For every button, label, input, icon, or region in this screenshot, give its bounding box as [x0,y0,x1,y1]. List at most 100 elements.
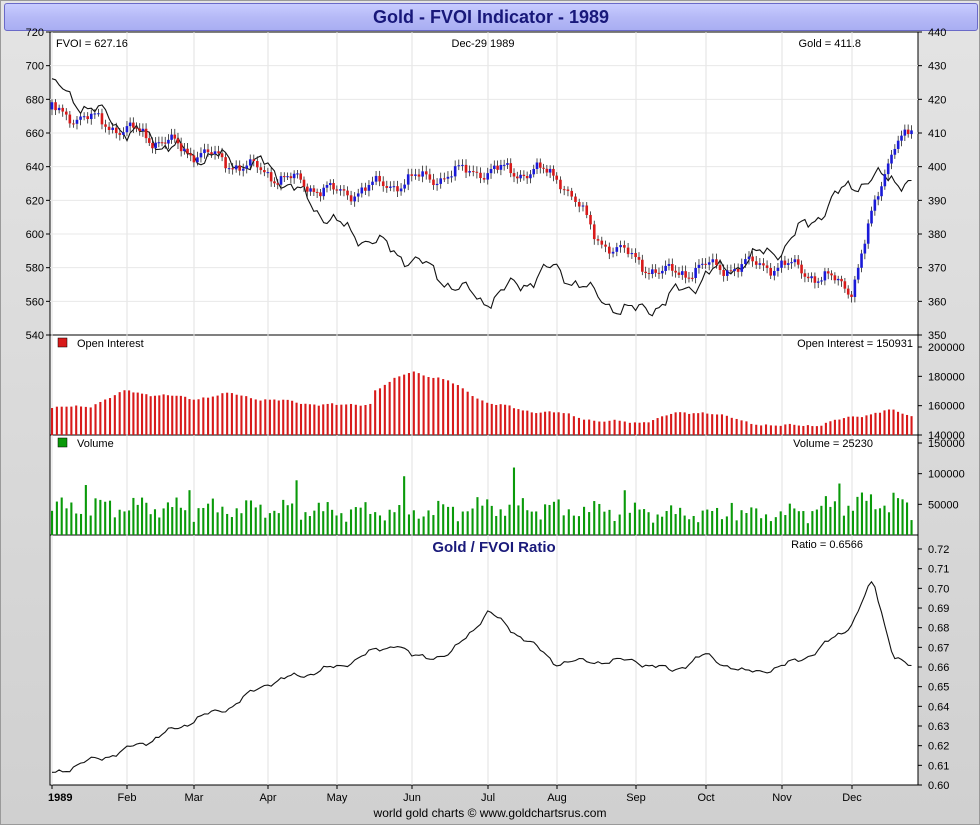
volume-bar [633,502,636,535]
oi-bar [398,376,401,435]
candle-body [736,268,740,272]
candle-body [335,189,339,191]
oi-bar [432,377,435,435]
candle-body [479,172,482,179]
candle-body [292,173,296,179]
oi-bar [711,414,714,435]
candle-body [707,262,711,265]
candle-body [248,159,252,166]
volume-bar [388,509,391,535]
candle-body [651,269,654,274]
volume-bar [613,520,616,535]
volume-bar [447,506,450,535]
candle-body [68,114,72,124]
volume-bar [869,494,873,535]
ratio-tick-label: 0.70 [928,583,949,595]
volume-bar [517,505,520,535]
candle-body [519,174,522,179]
oi-bar [647,422,650,435]
candle-body [61,107,65,112]
candle-body [75,119,79,124]
volume-bar [118,509,121,535]
ratio-tick-label: 0.69 [928,603,949,615]
volume-bar [802,511,805,535]
oi-bar [118,392,121,435]
volume-bar [755,508,758,535]
candle-body [910,130,913,135]
volume-bar [874,509,877,535]
volume-bar [466,511,469,535]
candle-body [114,127,118,134]
volume-bar [51,510,54,535]
oi-bar [179,395,182,435]
candle-body [360,187,364,194]
volume-bar [99,499,102,535]
candle-body [880,186,883,197]
volume-bar [359,507,362,535]
candle-body [151,142,154,149]
candle-body [694,267,697,278]
candle-body [744,259,747,265]
oi-bar [304,403,307,435]
oi-bar [407,373,411,435]
oi-bar [530,412,533,435]
volume-bar [349,509,353,535]
oi-bar [755,424,758,435]
volume-bar [572,515,575,535]
candle-body [325,185,329,188]
footer-credit: world gold charts © www.goldchartsrus.co… [373,806,607,820]
volume-bar [60,497,63,535]
volume-bar [896,498,900,535]
oi-bar [75,405,78,435]
candle-body [256,161,259,168]
candle-body [493,165,496,169]
candle-body [608,246,611,254]
volume-bar [829,506,832,535]
candle-body [183,148,186,152]
volume-bar [847,505,850,535]
candle-body [305,186,309,192]
volume-bar [184,510,187,535]
candle-body [160,142,164,144]
oi-bar [548,411,551,435]
volume-bar [216,512,219,535]
volume-bar [588,512,591,535]
candle-body [138,128,142,132]
candle-body [790,262,793,264]
oi-bar [345,404,348,435]
oi-bar [623,421,626,435]
candle-body [592,224,596,240]
candle-body [725,270,729,276]
candle-body [210,152,213,155]
oi-bar [802,425,805,435]
volume-bar [769,521,772,535]
volume-bar [291,503,294,535]
vol-tick-label: 50000 [928,499,959,511]
candle-body [439,178,443,184]
oi-bar [388,381,391,435]
x-tick-label: 1989 [48,792,72,804]
candle-body [722,270,725,276]
volume-bar [108,500,112,535]
candle-body [545,168,549,173]
volume-bar [149,514,152,535]
candle-body [266,172,270,174]
candle-body [349,195,353,202]
oi-bar [393,377,396,435]
candle-body [289,176,293,179]
candle-body [54,102,57,111]
candle-body [780,260,783,268]
volume-bar [65,508,68,535]
candle-body [619,245,622,248]
oi-bar [466,391,469,435]
oi-bar [264,399,267,435]
oi-bar [784,424,787,435]
volume-bar [259,504,262,535]
volume-bar [437,500,440,535]
volume-bar [797,511,800,535]
oi-bar [295,402,298,435]
candle-body [179,143,183,152]
candle-body [173,134,177,139]
x-tick-label: Aug [547,792,567,804]
volume-bar [398,505,401,535]
